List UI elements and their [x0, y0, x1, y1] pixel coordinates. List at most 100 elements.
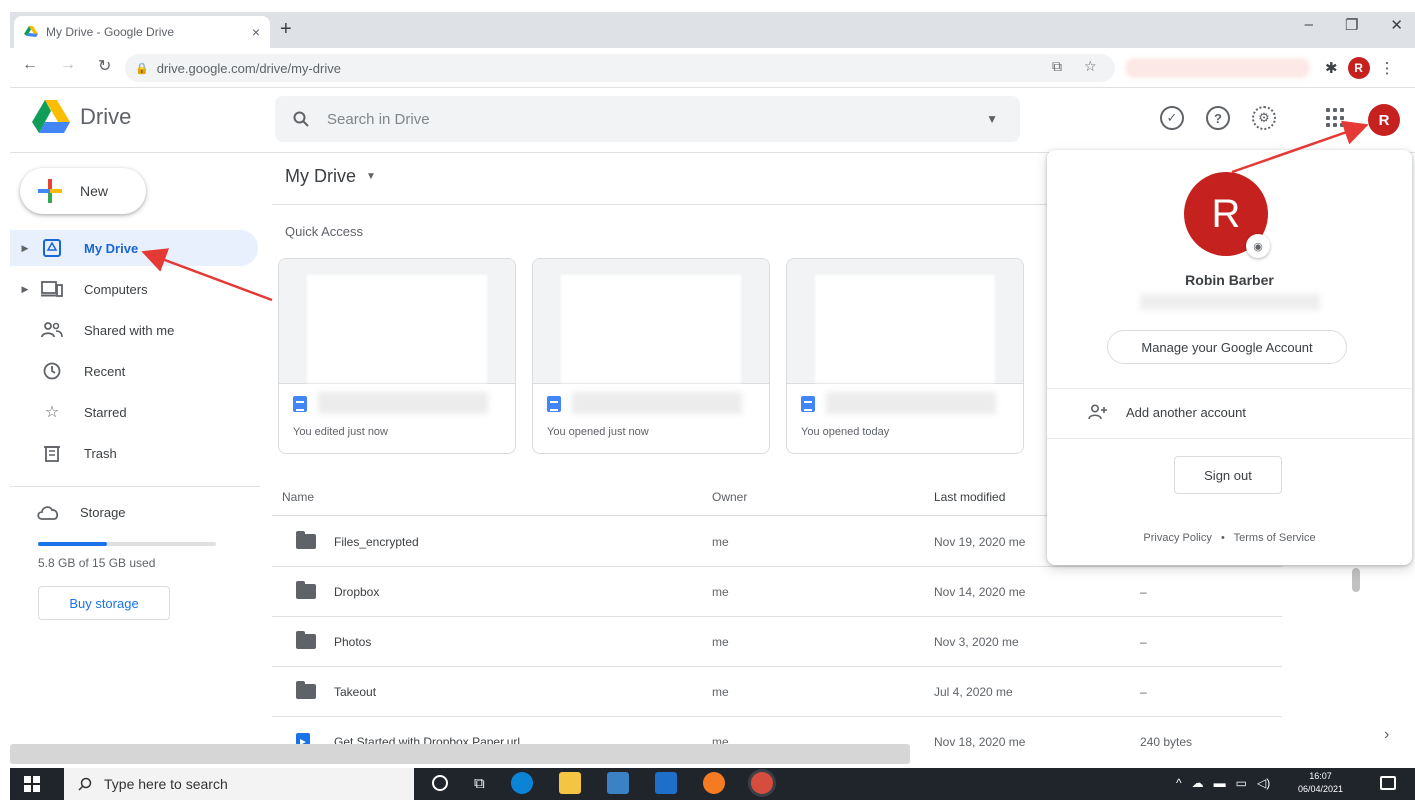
- settings-gear-icon[interactable]: ⚙: [1252, 106, 1276, 130]
- new-tab-button[interactable]: +: [280, 18, 292, 41]
- redacted-file-name: [318, 392, 488, 414]
- back-arrow-icon[interactable]: ←: [22, 56, 38, 76]
- quick-access-card[interactable]: You opened just now: [532, 258, 770, 454]
- search-icon: [293, 111, 309, 127]
- firefox-icon[interactable]: [702, 772, 725, 794]
- quick-access-card[interactable]: You edited just now: [278, 258, 516, 454]
- page-title[interactable]: My Drive ▼: [285, 166, 376, 187]
- sign-out-button[interactable]: Sign out: [1174, 456, 1282, 494]
- bookmark-star-icon[interactable]: ☆: [1084, 58, 1097, 75]
- column-header-name[interactable]: Name: [282, 490, 314, 504]
- folder-icon: [296, 531, 316, 549]
- volume-icon[interactable]: ◁): [1257, 776, 1270, 790]
- trash-icon: [40, 444, 64, 462]
- sidebar-item-storage[interactable]: Storage: [36, 504, 126, 520]
- taskbar-search-input[interactable]: Type here to search: [104, 776, 228, 792]
- taskbar-clock[interactable]: 16:07 06/04/2021: [1298, 770, 1343, 796]
- system-tray: ^ ☁ ▬ ▭ ◁): [1176, 776, 1270, 790]
- tray-chevron-up-icon[interactable]: ^: [1176, 776, 1182, 790]
- battery-icon[interactable]: ▭: [1236, 776, 1247, 790]
- network-icon[interactable]: ▬: [1214, 776, 1226, 790]
- offline-ready-icon[interactable]: ✓: [1160, 106, 1184, 130]
- title-divider: [272, 204, 1047, 205]
- popup-divider: [1047, 438, 1412, 439]
- drive-logo[interactable]: Drive: [32, 100, 131, 133]
- store-icon[interactable]: [606, 772, 629, 794]
- close-window-button[interactable]: ✕: [1390, 16, 1403, 34]
- drive-logo-text: Drive: [80, 103, 132, 129]
- redacted-extension-area: [1125, 58, 1310, 78]
- sidebar-item-label: Starred: [84, 404, 127, 420]
- drive-search-bar[interactable]: Search in Drive ▼: [275, 96, 1020, 142]
- add-account-button[interactable]: Add another account: [1088, 404, 1246, 420]
- browser-tab[interactable]: My Drive - Google Drive ×: [14, 16, 270, 48]
- search-input[interactable]: Search in Drive: [327, 111, 430, 128]
- help-icon[interactable]: ?: [1206, 106, 1230, 130]
- google-apps-grid-icon[interactable]: [1326, 108, 1346, 128]
- details-panel-chevron-icon[interactable]: ›: [1384, 726, 1389, 744]
- quick-access-card[interactable]: You opened today: [786, 258, 1024, 454]
- install-app-icon[interactable]: ⧉: [1052, 58, 1062, 75]
- restore-button[interactable]: ❐: [1345, 16, 1358, 34]
- onedrive-cloud-icon[interactable]: ☁: [1192, 776, 1204, 790]
- vertical-scrollbar[interactable]: [1352, 568, 1360, 592]
- quick-access-subtitle: You opened just now: [547, 426, 649, 438]
- sidebar-item-shared-with-me[interactable]: Shared with me: [10, 312, 258, 348]
- table-row[interactable]: Dropbox me Nov 14, 2020 me –: [272, 568, 1282, 617]
- browser-profile-avatar[interactable]: R: [1347, 57, 1370, 79]
- manage-account-button[interactable]: Manage your Google Account: [1107, 330, 1347, 364]
- task-view-icon[interactable]: ⧉: [474, 775, 485, 792]
- new-button-label: New: [80, 183, 109, 199]
- table-row[interactable]: Takeout me Jul 4, 2020 me –: [272, 668, 1282, 717]
- sidebar-item-trash[interactable]: Trash: [10, 435, 258, 471]
- expand-triangle-icon[interactable]: ▶: [18, 284, 32, 295]
- chrome-icon[interactable]: [750, 772, 773, 794]
- sidebar-item-computers[interactable]: ▶ Computers: [10, 271, 258, 307]
- computers-icon: [40, 281, 64, 297]
- file-name: Dropbox: [334, 585, 380, 599]
- taskbar-apps: ⧉: [432, 772, 773, 794]
- account-avatar-button[interactable]: R: [1368, 104, 1400, 136]
- file-explorer-icon[interactable]: [558, 772, 581, 794]
- taskbar-search-box[interactable]: Type here to search: [64, 768, 414, 800]
- cortana-circle-icon[interactable]: [432, 775, 448, 791]
- sidebar-item-my-drive[interactable]: ▶ My Drive: [10, 230, 258, 266]
- privacy-policy-link[interactable]: Privacy Policy: [1143, 532, 1211, 544]
- horizontal-scrollbar[interactable]: [10, 744, 910, 764]
- reload-icon[interactable]: ↻: [98, 56, 111, 76]
- terms-of-service-link[interactable]: Terms of Service: [1234, 532, 1316, 544]
- google-docs-icon: [293, 396, 307, 412]
- file-owner: me: [712, 635, 729, 649]
- sidebar-item-recent[interactable]: Recent: [10, 353, 258, 389]
- browser-menu-icon[interactable]: ⋮: [1380, 59, 1395, 77]
- tab-close-icon[interactable]: ×: [252, 24, 260, 40]
- column-header-last-modified[interactable]: Last modified: [934, 490, 1005, 504]
- redacted-file-name: [572, 392, 742, 414]
- add-account-label: Add another account: [1126, 404, 1246, 420]
- storage-progress-bar: [38, 542, 216, 546]
- file-size: –: [1140, 685, 1147, 699]
- file-modified: Jul 4, 2020 me: [934, 685, 1013, 699]
- sidebar-item-label: Shared with me: [84, 322, 175, 338]
- buy-storage-button[interactable]: Buy storage: [38, 586, 170, 620]
- search-options-caret-icon[interactable]: ▼: [986, 112, 998, 126]
- expand-triangle-icon[interactable]: ▶: [18, 243, 32, 254]
- sidebar-item-starred[interactable]: ☆ Starred: [10, 394, 258, 430]
- table-row[interactable]: Photos me Nov 3, 2020 me –: [272, 618, 1282, 667]
- file-thumbnail: [533, 259, 769, 383]
- column-header-owner: Owner: [712, 490, 748, 504]
- minimize-button[interactable]: –: [1305, 16, 1313, 34]
- file-owner: me: [712, 685, 729, 699]
- popup-divider: [1047, 388, 1412, 389]
- account-name: Robin Barber: [1185, 272, 1274, 288]
- new-button[interactable]: New: [20, 168, 146, 214]
- mail-icon[interactable]: [654, 772, 677, 794]
- extensions-puzzle-icon[interactable]: ✱: [1325, 59, 1338, 77]
- windows-start-icon[interactable]: [24, 776, 40, 792]
- change-photo-camera-icon[interactable]: ◉: [1246, 234, 1270, 258]
- address-bar[interactable]: 🔒 drive.google.com/drive/my-drive: [125, 54, 1115, 82]
- edge-browser-icon[interactable]: [510, 772, 533, 794]
- forward-arrow-icon[interactable]: →: [60, 56, 76, 76]
- file-name: Takeout: [334, 685, 377, 699]
- notification-center-icon[interactable]: [1380, 776, 1396, 790]
